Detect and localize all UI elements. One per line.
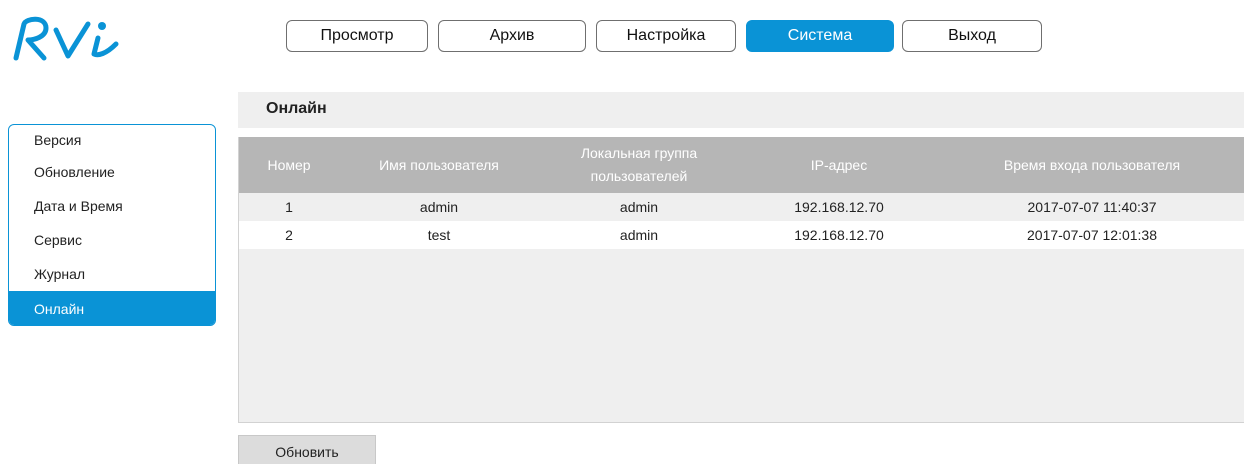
- nav-archive-button[interactable]: Архив: [438, 20, 586, 52]
- table-header: Номер Имя пользователя Локальная группа …: [239, 137, 1244, 193]
- cell-ip-address: 192.168.12.70: [794, 227, 884, 243]
- nav-view-button[interactable]: Просмотр: [286, 20, 428, 52]
- sidebar-item-online[interactable]: Онлайн: [9, 291, 215, 325]
- sidebar-item-date-time[interactable]: Дата и Время: [9, 189, 215, 223]
- cell-username: admin: [419, 199, 459, 215]
- column-header-local-group-text: Локальная группа пользователей: [580, 145, 698, 184]
- refresh-button[interactable]: Обновить: [238, 435, 376, 464]
- cell-local-group: admin: [619, 199, 659, 215]
- sidebar-item-version[interactable]: Версия: [9, 125, 215, 155]
- cell-ip-address: 192.168.12.70: [794, 199, 884, 215]
- nav-settings-button[interactable]: Настройка: [596, 20, 736, 52]
- column-header-local-group: Локальная группа пользователей: [539, 137, 739, 193]
- sidebar-item-service[interactable]: Сервис: [9, 223, 215, 257]
- page-title: Онлайн: [266, 100, 327, 117]
- cell-number: 1: [285, 199, 293, 215]
- online-users-table: Номер Имя пользователя Локальная группа …: [238, 137, 1244, 423]
- cell-login-time: 2017-07-07 12:01:38: [1027, 227, 1157, 243]
- table-row[interactable]: 2 test admin 192.168.12.70 2017-07-07 12…: [239, 221, 1244, 249]
- cell-number: 2: [285, 227, 293, 243]
- sidebar: Версия Обновление Дата и Время Сервис Жу…: [8, 124, 216, 326]
- sidebar-item-update[interactable]: Обновление: [9, 155, 215, 189]
- page: Просмотр Архив Настройка Система Выход В…: [0, 0, 1244, 464]
- sidebar-item-log[interactable]: Журнал: [9, 257, 215, 291]
- cell-username: test: [427, 227, 451, 243]
- rvi-logo-graphic: [13, 16, 119, 61]
- column-header-number: Номер: [267, 156, 311, 173]
- nav-system-button[interactable]: Система: [746, 20, 894, 52]
- column-header-username: Имя пользователя: [379, 156, 499, 173]
- column-header-ip-address: IP-адрес: [810, 156, 868, 173]
- content-header: Онлайн: [238, 92, 1244, 128]
- column-header-login-time: Время входа пользователя: [1003, 156, 1181, 173]
- cell-local-group: admin: [619, 227, 659, 243]
- rvi-logo: [6, 10, 126, 70]
- nav-exit-button[interactable]: Выход: [902, 20, 1042, 52]
- cell-login-time: 2017-07-07 11:40:37: [1027, 199, 1157, 215]
- table-row[interactable]: 1 admin admin 192.168.12.70 2017-07-07 1…: [239, 193, 1244, 221]
